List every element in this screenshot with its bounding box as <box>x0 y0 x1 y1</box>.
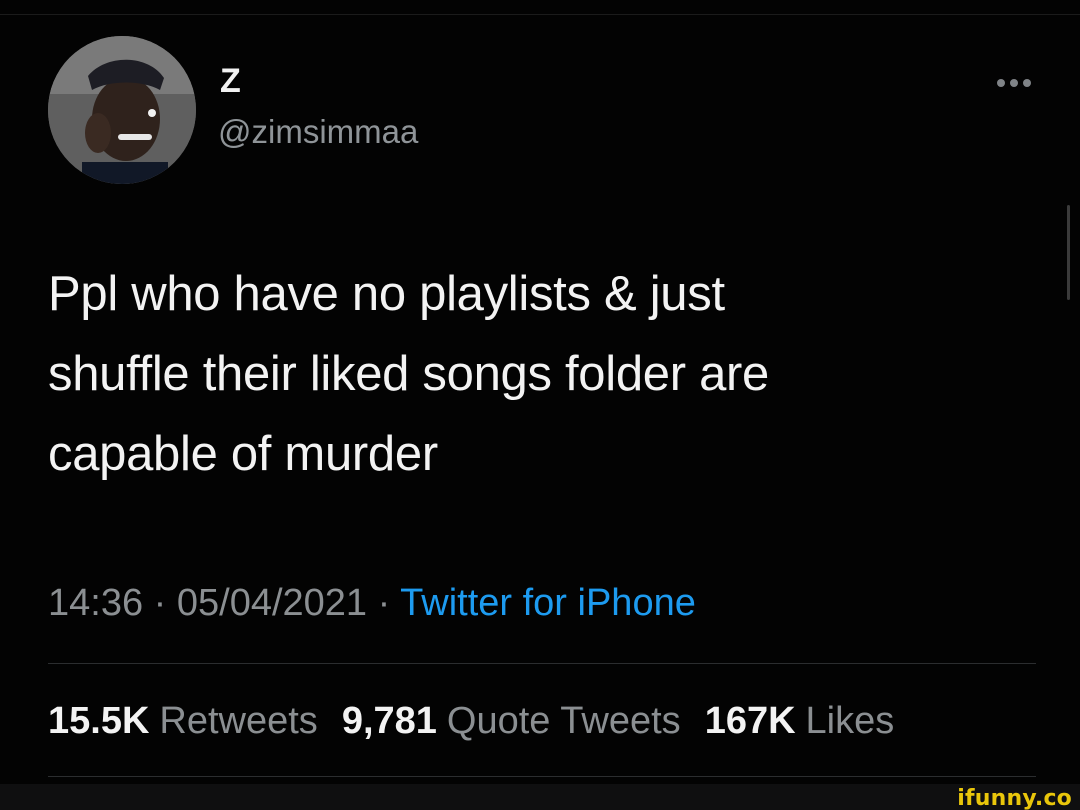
more-horizontal-icon[interactable] <box>990 68 1038 98</box>
retweets-label: Retweets <box>159 700 318 742</box>
section-divider <box>48 776 1036 777</box>
ifunny-watermark: ifunny.co <box>957 786 1072 810</box>
meta-separator: · <box>143 582 177 624</box>
top-divider <box>0 14 1080 15</box>
profile-avatar[interactable] <box>48 36 196 184</box>
watermark-bar: ifunny.co <box>0 784 1080 810</box>
tweet-time: 14:36 <box>48 582 144 624</box>
more-dots-icon <box>997 79 1031 87</box>
tweet-text: Ppl who have no playlists & just shuffle… <box>48 267 769 481</box>
likes-label: Likes <box>805 700 895 742</box>
user-handle[interactable]: @zimsimmaa <box>218 113 418 150</box>
retweets-count: 15.5K <box>48 700 150 742</box>
avatar-photo <box>48 36 196 184</box>
display-name[interactable]: Z <box>220 64 241 98</box>
meta-separator: · <box>367 582 401 624</box>
quote-tweets-count: 9,781 <box>341 700 437 742</box>
tweet-stats: 15.5K Retweets 9,781 Quote Tweets 167K L… <box>48 699 918 745</box>
tweet-date: 05/04/2021 <box>176 582 368 624</box>
scrollbar-thumb[interactable] <box>1067 205 1070 300</box>
quote-tweets-stat[interactable]: 9,781 Quote Tweets <box>342 699 681 745</box>
tweet-page: Z @zimsimmaa Ppl who have no playlists &… <box>0 0 1080 810</box>
tweet-metadata: 14:36 · 05/04/2021 · Twitter for iPhone <box>48 581 696 627</box>
likes-count: 167K <box>704 700 796 742</box>
quote-tweets-label: Quote Tweets <box>446 700 681 742</box>
likes-stat[interactable]: 167K Likes <box>705 699 895 745</box>
tweet-source-link[interactable]: Twitter for iPhone <box>400 582 696 624</box>
retweets-stat[interactable]: 15.5K Retweets <box>48 699 318 745</box>
section-divider <box>48 663 1036 664</box>
